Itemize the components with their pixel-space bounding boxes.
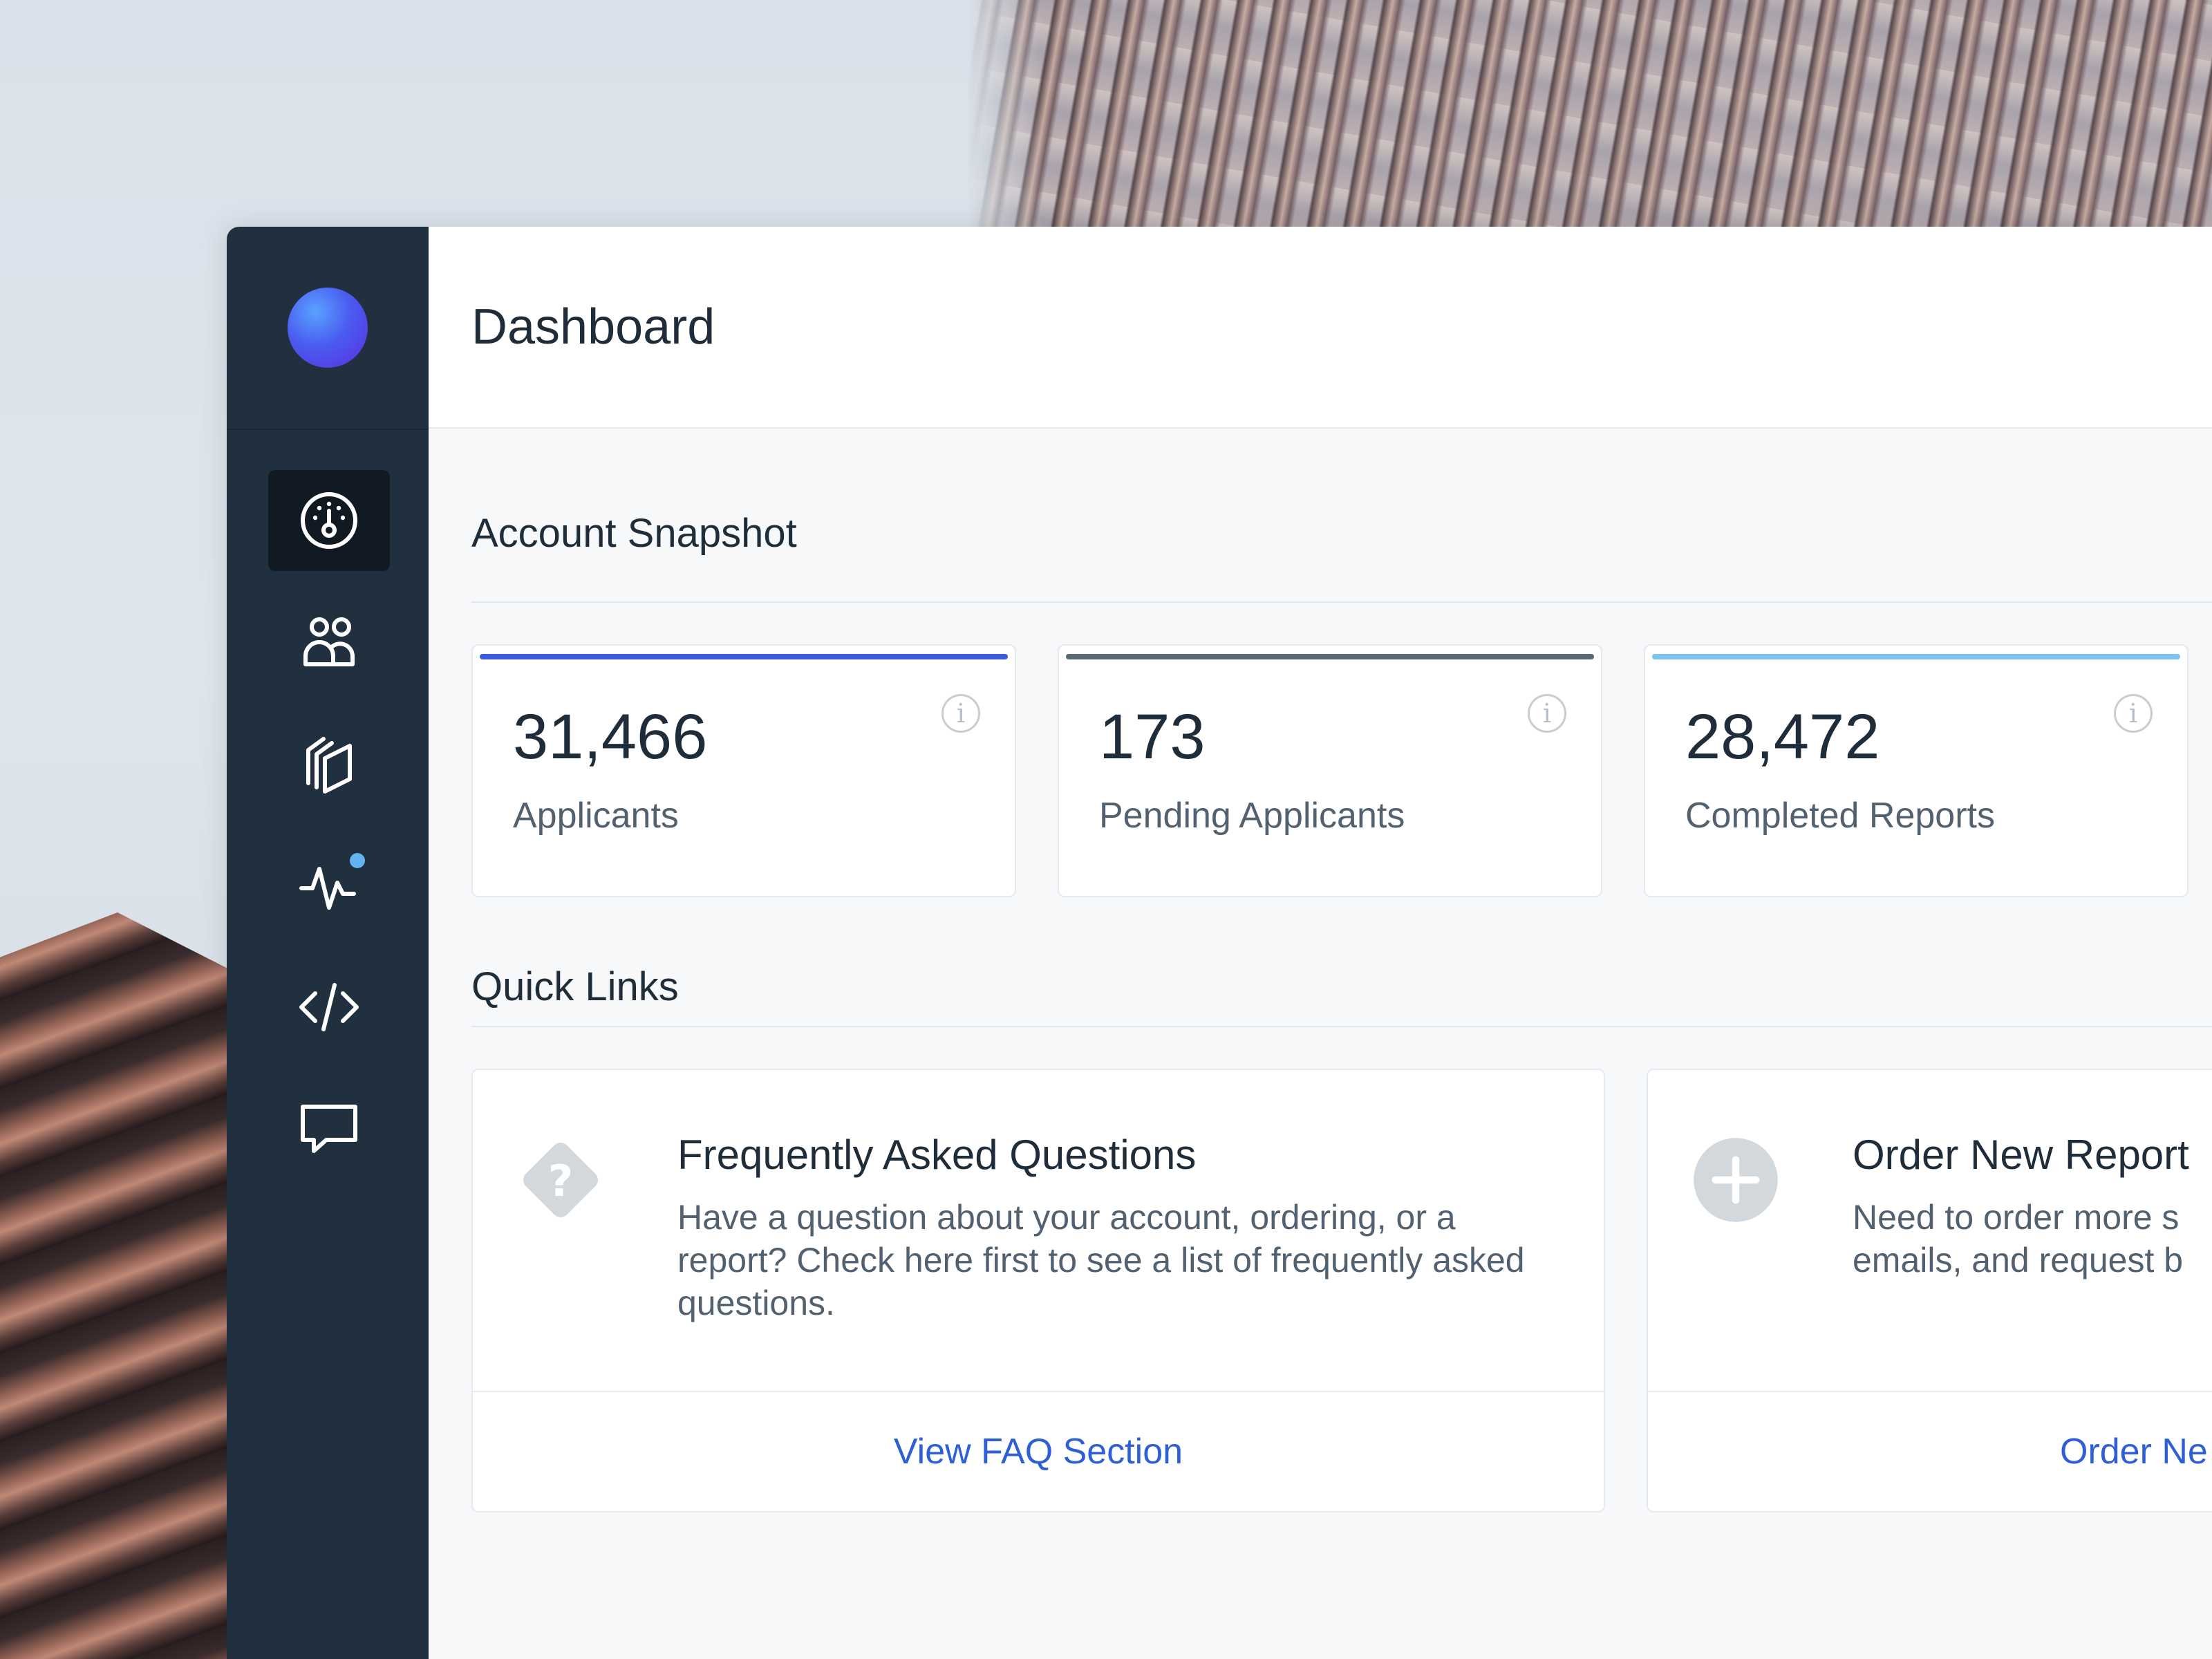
page-title: Dashboard <box>471 299 715 355</box>
quick-links-row: ? Frequently Asked Questions Have a ques… <box>471 1069 2212 1512</box>
stat-value: 28,472 <box>1685 702 1880 772</box>
sidebar-item-activity[interactable] <box>268 835 390 936</box>
stat-accent-bar <box>480 654 1008 659</box>
users-icon <box>303 617 355 666</box>
stat-value: 31,466 <box>513 702 708 772</box>
stat-label: Applicants <box>513 796 679 836</box>
stats-row: 31,466 Applicants i 173 Pending Applican… <box>471 644 2212 897</box>
plus-circle-icon <box>1694 1138 1778 1222</box>
quick-link-title: Frequently Asked Questions <box>677 1132 1197 1178</box>
quick-link-description: Need to order more s emails, and request… <box>1853 1196 2183 1282</box>
description-line: emails, and request b <box>1853 1241 2184 1280</box>
sidebar-header <box>227 227 429 430</box>
documents-icon <box>306 737 352 794</box>
sidebar-item-documents[interactable] <box>268 713 390 814</box>
app-window: Dashboard Account Snapshot 31,466 Applic… <box>227 227 2212 1659</box>
info-icon[interactable]: i <box>941 694 980 733</box>
sidebar-item-users[interactable] <box>268 592 390 693</box>
sidebar <box>227 227 429 1659</box>
sidebar-item-chat[interactable] <box>268 1078 390 1179</box>
stat-card-completed-reports[interactable]: 28,472 Completed Reports i <box>1644 644 2188 897</box>
content-area: Account Snapshot 31,466 Applicants i 173… <box>429 429 2212 1512</box>
stat-label: Pending Applicants <box>1099 796 1405 836</box>
quick-link-order-report: Order New Report Need to order more s em… <box>1647 1069 2212 1512</box>
quick-link-description: Have a question about your account, orde… <box>677 1198 1525 1322</box>
stat-card-applicants[interactable]: 31,466 Applicants i <box>471 644 1016 897</box>
background-building-photo <box>968 0 2212 235</box>
quick-link-faq: ? Frequently Asked Questions Have a ques… <box>471 1069 1605 1512</box>
sidebar-item-code[interactable] <box>268 957 390 1058</box>
sidebar-nav <box>268 470 390 1200</box>
info-icon[interactable]: i <box>1528 694 1566 733</box>
svg-text:?: ? <box>548 1156 573 1206</box>
stat-accent-bar <box>1066 654 1594 659</box>
info-icon[interactable]: i <box>2114 694 2153 733</box>
stat-value: 173 <box>1099 702 1206 772</box>
account-snapshot-title: Account Snapshot <box>471 429 2212 603</box>
description-line: Need to order more s <box>1853 1198 2180 1237</box>
quick-link-footer: Order Ne <box>1648 1391 2212 1511</box>
view-faq-link[interactable]: View FAQ Section <box>894 1431 1183 1472</box>
stat-accent-bar <box>1652 654 2180 659</box>
logo[interactable] <box>288 288 368 368</box>
quick-link-footer: View FAQ Section <box>473 1391 1604 1511</box>
code-icon <box>299 983 359 1031</box>
stat-card-pending-applicants[interactable]: 173 Pending Applicants i <box>1058 644 1602 897</box>
order-new-report-link[interactable]: Order Ne <box>2060 1431 2208 1472</box>
notification-dot <box>350 853 365 868</box>
quick-links-title: Quick Links <box>471 897 2212 1027</box>
chat-icon <box>301 1105 357 1153</box>
question-diamond-icon: ? <box>523 1142 599 1218</box>
sidebar-item-dashboard[interactable] <box>268 470 390 571</box>
stat-label: Completed Reports <box>1685 796 1995 836</box>
background-wave-photo <box>0 912 235 1659</box>
dashboard-gauge-icon <box>301 492 357 549</box>
quick-link-title: Order New Report <box>1853 1132 2189 1178</box>
main-content: Dashboard Account Snapshot 31,466 Applic… <box>429 227 2212 1659</box>
page-header: Dashboard <box>429 227 2212 429</box>
